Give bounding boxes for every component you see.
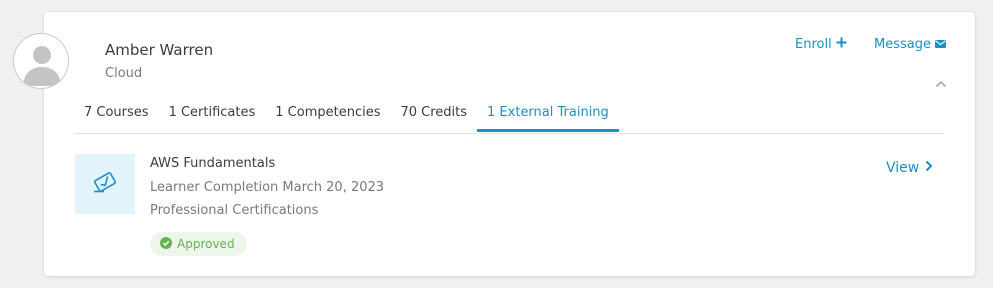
certificate-check-icon: [92, 171, 118, 197]
check-circle-icon: [160, 236, 172, 252]
message-button[interactable]: Message: [874, 37, 946, 52]
training-title: AWS Fundamentals: [150, 156, 276, 171]
user-avatar-icon: [13, 33, 69, 89]
tab-competencies[interactable]: 1 Competencies: [265, 96, 390, 132]
tab-bar: 7 Courses 1 Certificates 1 Competencies …: [74, 96, 944, 134]
tab-certificates[interactable]: 1 Certificates: [159, 96, 266, 132]
training-thumbnail: [75, 154, 135, 214]
enroll-label: Enroll: [795, 37, 832, 52]
chevron-up-icon[interactable]: [934, 76, 948, 90]
training-completion-date: Learner Completion March 20, 2023: [150, 180, 385, 195]
status-badge-label: Approved: [177, 237, 235, 251]
status-badge: Approved: [150, 232, 247, 256]
plus-icon: [836, 37, 847, 52]
chevron-right-icon: [925, 160, 933, 176]
view-button[interactable]: View: [886, 160, 933, 176]
tab-external-training[interactable]: 1 External Training: [477, 96, 619, 132]
view-label: View: [886, 160, 920, 176]
training-category: Professional Certifications: [150, 203, 319, 218]
envelope-icon: [934, 37, 946, 52]
tab-courses[interactable]: 7 Courses: [74, 96, 159, 132]
enroll-button[interactable]: Enroll: [795, 37, 847, 52]
tab-credits[interactable]: 70 Credits: [390, 96, 477, 132]
message-label: Message: [874, 37, 931, 52]
learner-name: Amber Warren: [105, 41, 214, 59]
learner-department: Cloud: [105, 66, 143, 81]
